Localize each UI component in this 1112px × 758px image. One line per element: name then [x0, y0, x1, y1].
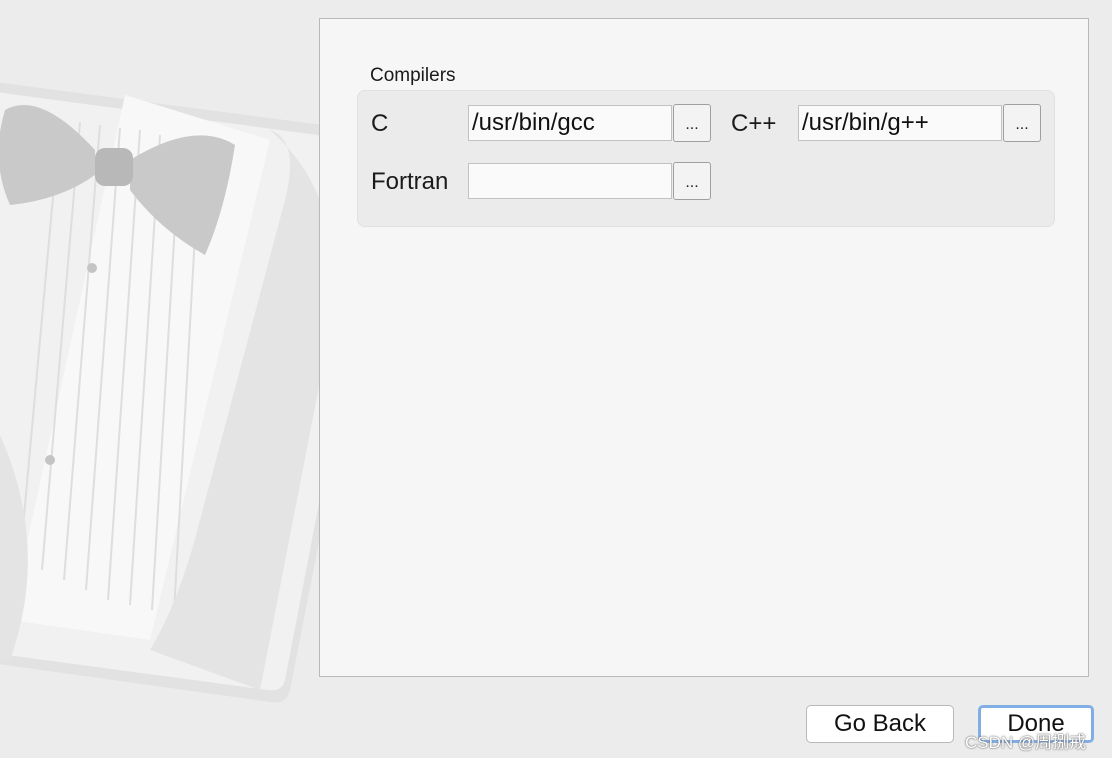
settings-panel: Compilers C ... C++ ... Fortran ...	[319, 18, 1089, 677]
c-compiler-browse-button[interactable]: ...	[673, 104, 711, 142]
fortran-compiler-field[interactable]	[468, 163, 672, 199]
watermark: CSDN @周捌戒	[965, 733, 1087, 752]
cpp-compiler-field[interactable]	[798, 105, 1002, 141]
c-compiler-label: C	[371, 110, 389, 137]
fortran-compiler-label: Fortran	[371, 168, 449, 195]
go-back-button[interactable]: Go Back	[806, 705, 954, 743]
cpp-compiler-label: C++	[731, 110, 777, 137]
fortran-compiler-browse-button[interactable]: ...	[673, 162, 711, 200]
c-compiler-field[interactable]	[468, 105, 672, 141]
compilers-group-title: Compilers	[370, 65, 456, 86]
cpp-compiler-browse-button[interactable]: ...	[1003, 104, 1041, 142]
